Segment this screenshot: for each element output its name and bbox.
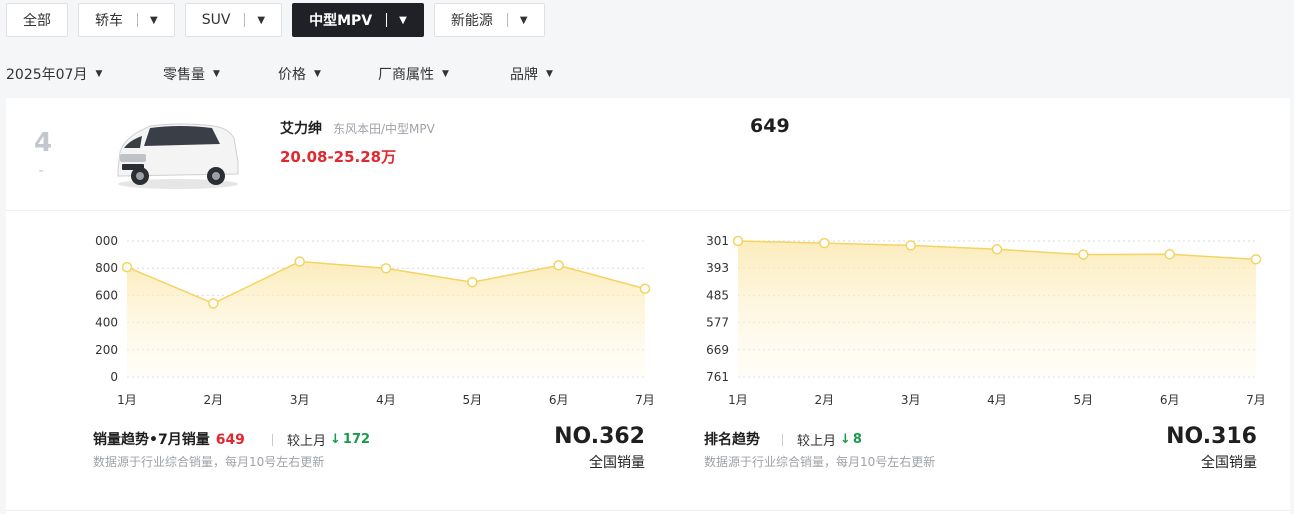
data-point[interactable] [732, 235, 744, 247]
data-point[interactable] [1164, 249, 1175, 260]
x-tick-label: 5月 [463, 393, 483, 407]
data-point[interactable] [1078, 249, 1089, 260]
y-tick-label: 393 [706, 261, 729, 275]
y-tick-label: 200 [95, 343, 118, 357]
section-divider [6, 510, 1290, 511]
data-point[interactable] [991, 244, 1003, 255]
x-tick-label: 1月 [728, 393, 748, 407]
divider [782, 433, 783, 446]
series-area [127, 261, 645, 377]
data-point[interactable] [1250, 254, 1262, 265]
sales-trend-chart: 000 800 600 400 200 0 1月 2月 3月 4月 5月 6月 7月 [95, 234, 655, 407]
y-tick-label: 800 [95, 261, 118, 275]
data-point[interactable] [639, 283, 651, 294]
data-point[interactable] [380, 263, 392, 274]
x-tick-label: 3月 [290, 393, 310, 407]
sales-vs-last-month: 较上月 ↓ 172 [272, 430, 370, 449]
sales-national-rank: NO.362 [554, 424, 645, 449]
rank-delta: 8 [852, 432, 862, 447]
arrow-down-icon: ↓ [330, 432, 341, 447]
sales-trend-value: 649 [215, 432, 245, 448]
y-tick-label: 669 [706, 343, 729, 357]
x-tick-label: 7月 [635, 393, 655, 407]
y-tick-label: 761 [706, 370, 729, 384]
sales-national-rank-label: 全国销量 [589, 455, 645, 471]
rank-trend-title: 排名趋势 [704, 432, 760, 448]
y-tick-label: 000 [95, 234, 118, 248]
x-tick-label: 5月 [1074, 393, 1094, 407]
x-tick-label: 6月 [1160, 393, 1180, 407]
x-tick-label: 7月 [1246, 393, 1266, 407]
rank-data-source: 数据源于行业综合销量，每月10号左右更新 [704, 455, 936, 469]
data-point[interactable] [208, 298, 219, 309]
x-tick-label: 4月 [987, 393, 1007, 407]
x-tick-label: 1月 [117, 393, 137, 407]
rank-vs-last-month: 较上月 ↓ 8 [782, 430, 862, 449]
rank-national-rank-label: 全国销量 [1201, 455, 1257, 471]
y-tick-label: 0 [110, 370, 118, 384]
sales-trend-label: 销量趋势•7月销量 [93, 432, 210, 448]
x-tick-label: 2月 [815, 393, 835, 407]
y-tick-label: 301 [706, 234, 729, 248]
data-point[interactable] [905, 240, 916, 251]
rank-national-rank: NO.316 [1166, 424, 1257, 449]
divider [272, 433, 273, 446]
arrow-down-icon: ↓ [840, 432, 851, 447]
series-area [738, 241, 1256, 377]
y-tick-label: 485 [706, 288, 729, 302]
y-tick-label: 577 [706, 316, 729, 330]
vs-label: 较上月 [797, 434, 837, 449]
vs-label: 较上月 [287, 434, 327, 449]
data-point[interactable] [294, 256, 305, 267]
sales-trend-title: 销量趋势•7月销量 649 [93, 429, 245, 449]
sales-delta: 172 [342, 432, 371, 447]
x-tick-label: 3月 [901, 393, 921, 407]
data-point[interactable] [121, 261, 133, 273]
x-tick-label: 6月 [549, 393, 569, 407]
rank-trend-chart: 301 393 485 577 669 761 1月 2月 3月 4月 5月 6月 7月 [706, 234, 1266, 407]
x-tick-label: 2月 [204, 393, 224, 407]
data-point[interactable] [553, 260, 564, 271]
y-tick-label: 400 [95, 316, 118, 330]
x-tick-label: 4月 [376, 393, 396, 407]
data-point[interactable] [819, 237, 830, 249]
sales-data-source: 数据源于行业综合销量，每月10号左右更新 [93, 455, 325, 469]
y-tick-label: 600 [95, 288, 118, 302]
data-point[interactable] [467, 276, 478, 288]
